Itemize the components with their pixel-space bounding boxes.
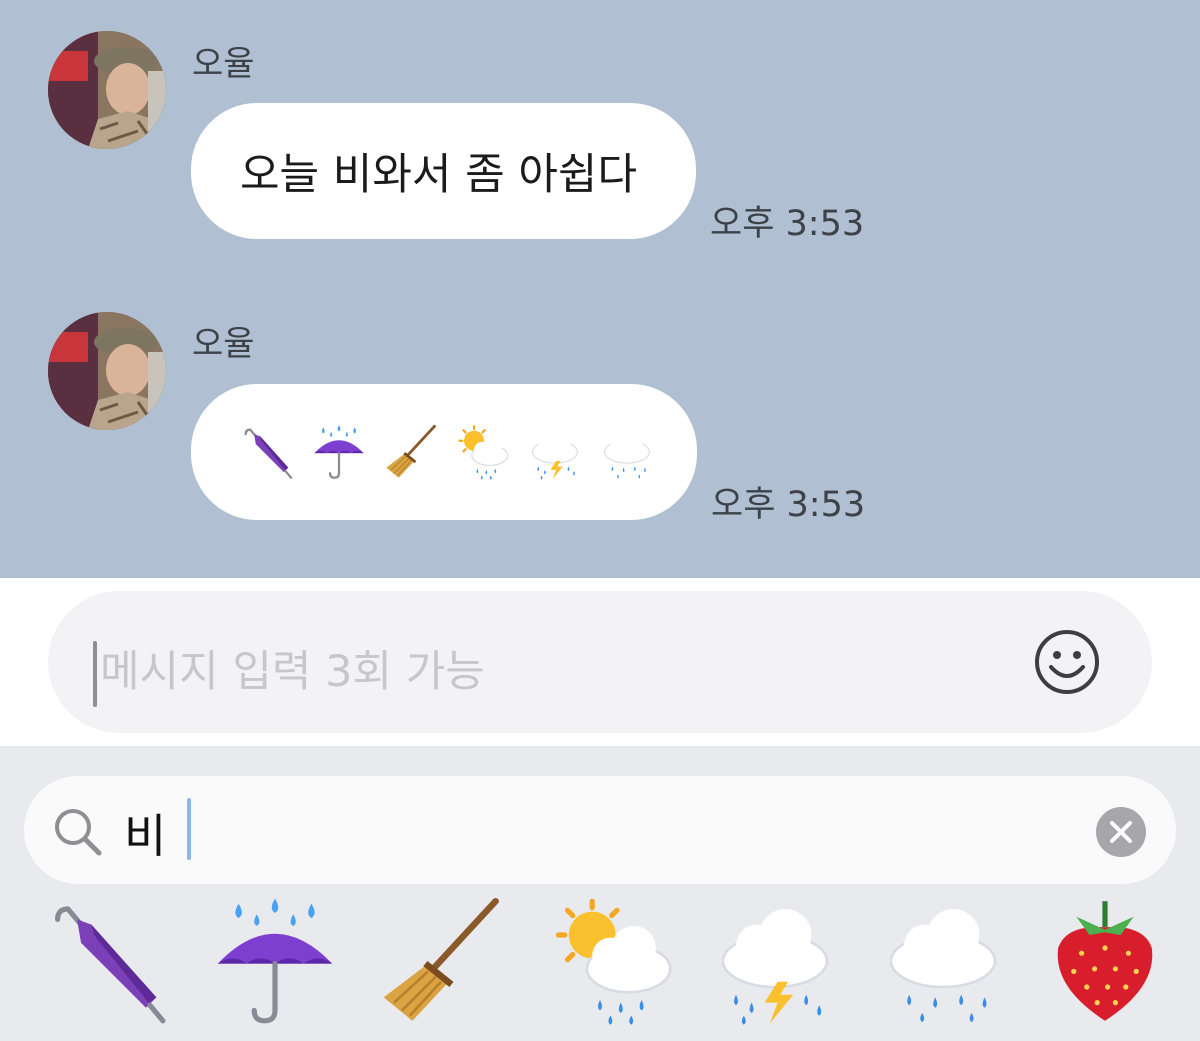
sun-behind-rain-cloud-icon bbox=[455, 422, 511, 482]
profile-photo bbox=[48, 312, 166, 430]
clear-search-button[interactable] bbox=[1096, 807, 1146, 857]
message-bubble[interactable] bbox=[191, 384, 697, 520]
message-bubble[interactable]: 오늘 비와서 좀 아쉽다 bbox=[191, 103, 696, 239]
emoji-search-results bbox=[0, 896, 1200, 1036]
avatar[interactable] bbox=[48, 31, 166, 149]
emoji-search-query: 비 bbox=[124, 809, 167, 863]
broom-icon bbox=[383, 422, 439, 482]
broom-icon bbox=[376, 896, 506, 1026]
profile-photo bbox=[48, 31, 166, 149]
message-input-placeholder: 메시지 입력 3회 가능 bbox=[100, 647, 485, 697]
umbrella-with-rain-drops-icon bbox=[210, 896, 340, 1026]
emoji-result[interactable] bbox=[210, 896, 340, 1026]
cloud-with-lightning-and-rain-icon bbox=[710, 896, 840, 1026]
emoji-result[interactable] bbox=[878, 896, 1008, 1026]
search-icon bbox=[55, 809, 102, 856]
avatar[interactable] bbox=[48, 312, 166, 430]
chat-area: 오율 오늘 비와서 좀 아쉽다 오후 3:53 오율 오후 3:53 bbox=[0, 0, 1200, 578]
closed-umbrella-icon bbox=[42, 896, 172, 1026]
composer-bar: 메시지 입력 3회 가능 bbox=[0, 578, 1200, 746]
message-text: 오늘 비와서 좀 아쉽다 bbox=[240, 150, 638, 200]
clear-icon bbox=[1110, 821, 1132, 843]
emoji-search-field[interactable]: 비 bbox=[24, 776, 1176, 884]
emoji-result[interactable] bbox=[548, 896, 678, 1026]
sender-name: 오율 bbox=[192, 44, 255, 84]
strawberry-icon bbox=[1040, 896, 1170, 1026]
sender-name: 오율 bbox=[192, 324, 255, 364]
cloud-with-rain-icon bbox=[599, 422, 655, 482]
emoji-result[interactable] bbox=[710, 896, 840, 1026]
message-time: 오후 3:53 bbox=[711, 485, 866, 525]
sun-behind-rain-cloud-icon bbox=[548, 896, 678, 1026]
text-caret bbox=[93, 641, 97, 707]
smiley-face-icon[interactable] bbox=[1034, 629, 1100, 695]
closed-umbrella-icon bbox=[239, 422, 295, 482]
emoji-message bbox=[191, 422, 655, 482]
emoji-result[interactable] bbox=[1040, 896, 1170, 1026]
cloud-with-rain-icon bbox=[878, 896, 1008, 1026]
emoji-result[interactable] bbox=[376, 896, 506, 1026]
umbrella-with-rain-drops-icon bbox=[311, 422, 367, 482]
message-input[interactable]: 메시지 입력 3회 가능 bbox=[48, 591, 1152, 733]
cloud-with-lightning-and-rain-icon bbox=[527, 422, 583, 482]
emoji-result[interactable] bbox=[42, 896, 172, 1026]
message-time: 오후 3:53 bbox=[710, 204, 865, 244]
text-caret bbox=[187, 798, 191, 860]
